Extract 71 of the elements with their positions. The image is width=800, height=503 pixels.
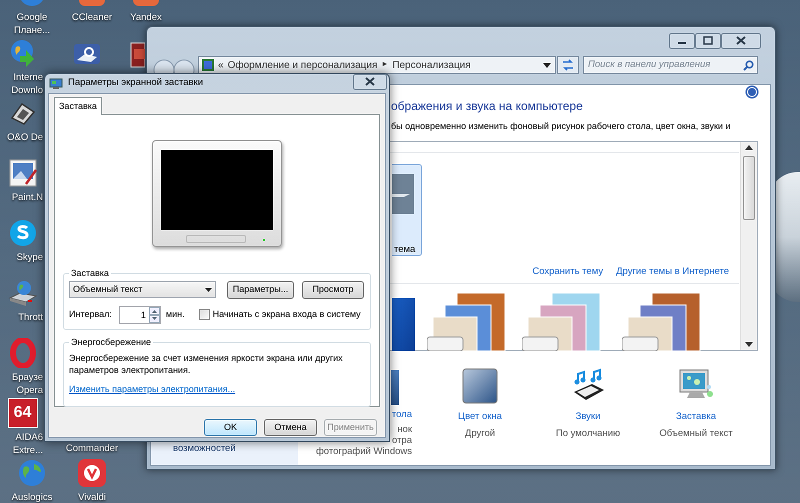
chat-bubble-icon[interactable] xyxy=(8,218,38,248)
setting-value: Другой xyxy=(464,427,496,442)
desktop-icon-label[interactable]: Commander xyxy=(66,442,118,455)
screensaver-dropdown[interactable]: Объемный текст xyxy=(69,281,216,298)
power-settings-link[interactable]: Изменить параметры электропитания... xyxy=(69,383,236,396)
app-icon[interactable] xyxy=(77,458,107,488)
setting-value: Объемный текст xyxy=(659,427,733,442)
preview-button[interactable]: Просмотр xyxy=(302,280,364,298)
interval-label: Интервал: xyxy=(69,308,112,321)
setting-link[interactable]: Звуки xyxy=(576,410,600,424)
theme-link[interactable]: Сохранить тему xyxy=(532,265,604,280)
dropdown-caret-icon xyxy=(205,288,212,292)
desktop-icon-label[interactable]: CCleaner xyxy=(72,11,112,24)
search-icon xyxy=(743,60,754,70)
desktop-background-value: фотографий Windows xyxy=(316,446,412,457)
setting-value: По умолчанию xyxy=(556,427,620,442)
wallpaper-thumbnail[interactable] xyxy=(391,370,399,405)
desktop-icon-label[interactable]: Google Плане... xyxy=(14,11,50,37)
dialog-button[interactable]: Применить xyxy=(324,419,377,436)
desktop-icon-label[interactable]: Interne Downlo xyxy=(11,71,43,97)
setting-link[interactable]: Цвет окна xyxy=(458,410,502,424)
dialog-button[interactable]: OK xyxy=(204,419,257,436)
desktop-background-link[interactable]: тола xyxy=(392,409,412,420)
settings-button[interactable]: Параметры... xyxy=(227,280,294,298)
desktop-icon-label[interactable]: O&O De xyxy=(7,131,43,144)
refresh-icon[interactable] xyxy=(557,56,579,74)
window-color-icon[interactable] xyxy=(462,368,498,404)
app-icon[interactable] xyxy=(130,40,145,70)
theme-link[interactable]: Другие темы в Интернете xyxy=(616,265,729,280)
plane-thumbnail xyxy=(392,174,414,214)
desktop-icon-label[interactable]: AIDA6 Extre... xyxy=(12,431,43,457)
maximize-icon[interactable] xyxy=(695,33,721,49)
desktop-background-value: нок xyxy=(397,424,412,435)
desktop-icon-label[interactable]: Thrott xyxy=(18,311,43,324)
desktop-icon-label[interactable]: Skype xyxy=(16,251,43,264)
group-label: Заставка xyxy=(70,267,110,280)
minimize-icon[interactable] xyxy=(669,33,695,49)
back-forward-icon[interactable] xyxy=(153,59,195,73)
monitor-icon xyxy=(49,78,63,90)
desktop-icon-label[interactable]: Yandex xyxy=(130,11,162,24)
scroll-up-icon[interactable] xyxy=(745,145,753,150)
desktop-icon-label[interactable]: Vivaldi xyxy=(78,491,106,503)
dropdown-caret-icon[interactable] xyxy=(543,62,551,68)
drive-icon[interactable] xyxy=(8,278,38,308)
desktop-icon-label[interactable]: Браузе Opera xyxy=(12,371,43,397)
desktop-background-value: отра xyxy=(392,435,412,446)
group-label: Энергосбережение xyxy=(70,336,152,349)
close-icon[interactable] xyxy=(353,74,387,90)
sidebar-link[interactable]: возможностей xyxy=(173,442,236,456)
page-heading: ображения и звука на компьютере xyxy=(391,98,583,115)
dialog-title: Параметры экранной заставки xyxy=(68,76,203,90)
page-description: бы одновременно изменить фоновый рисунок рабочего стола, цвет окна, звуки и xyxy=(391,120,730,133)
interval-unit: мин. xyxy=(166,308,185,321)
desktop-icon-label[interactable]: Auslogics xyxy=(12,491,52,503)
search-field[interactable]: Поиск в панели управления xyxy=(583,56,758,74)
checkbox[interactable] xyxy=(198,309,210,320)
dialog-button[interactable]: Отмена xyxy=(264,419,317,436)
desktop-icon-label[interactable]: Paint.N xyxy=(12,191,43,204)
scroll-down-icon[interactable] xyxy=(745,342,753,347)
scrollbar[interactable] xyxy=(740,142,757,350)
close-icon[interactable] xyxy=(721,33,761,49)
spin-arrows-icon[interactable] xyxy=(148,306,160,322)
setting-link[interactable]: Заставка xyxy=(676,410,716,424)
scrollbar-thumb[interactable] xyxy=(743,156,755,220)
power-description: Энергосбережение за счет изменения яркости экрана или других параметров электропитания. xyxy=(69,352,344,376)
tab[interactable]: Заставка xyxy=(54,97,102,115)
picture-icon[interactable] xyxy=(8,158,38,188)
app-icon[interactable]: 64 xyxy=(8,398,38,428)
theme-name: тема xyxy=(394,243,416,257)
checkbox-label: Начинать с экрана входа в систему xyxy=(212,308,361,321)
theme-tile[interactable]: тема xyxy=(392,164,422,256)
